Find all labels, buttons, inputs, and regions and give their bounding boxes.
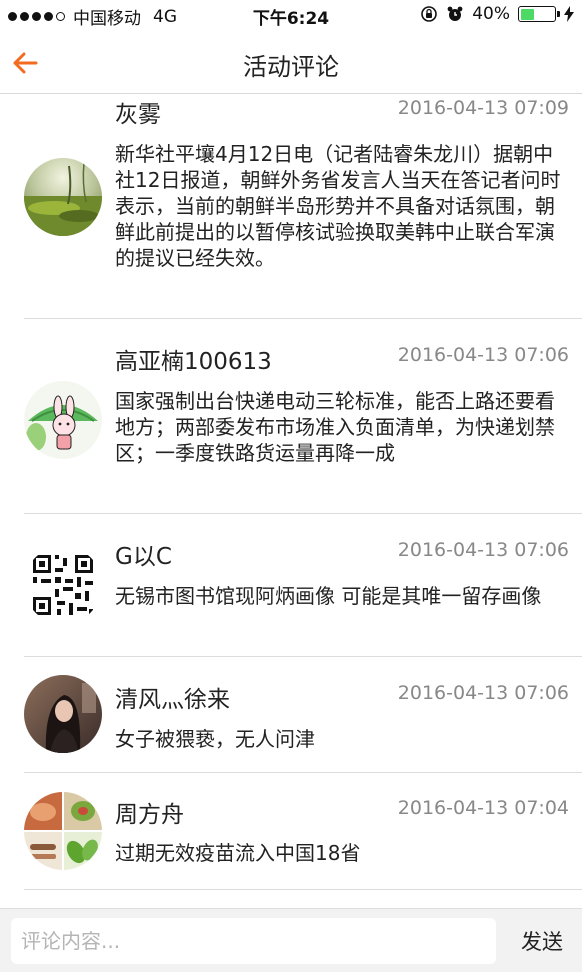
cartoon-rabbit-avatar[interactable] xyxy=(24,381,102,459)
comment-text: 新华社平壤4月12日电（记者陆睿朱龙川）据朝中社12日报道，朝鲜外务省发言人当天… xyxy=(115,142,561,270)
nav-bar: 活动评论 xyxy=(0,30,582,94)
comment-input[interactable] xyxy=(11,918,496,964)
send-button[interactable]: 发送 xyxy=(506,918,578,964)
commenter-name: 高亚楠100613 xyxy=(115,349,272,375)
battery-level-fill xyxy=(520,8,534,20)
comment-time: 2016-04-13 07:06 xyxy=(397,682,569,704)
comment-item[interactable]: 灰雾 2016-04-13 07:09 新华社平壤4月12日电（记者陆睿朱龙川）… xyxy=(24,94,582,319)
comment-text: 无锡市图书馆现阿炳画像 可能是其唯一留存画像 xyxy=(115,584,542,608)
comment-text: 女子被猥亵，无人问津 xyxy=(115,727,315,751)
battery-icon xyxy=(518,6,560,22)
comment-text: 国家强制出台快递电动三轮标准，能否上路还要看地方；两部委发布市场准入负面清单，为… xyxy=(115,389,555,465)
comment-input-bar: 发送 xyxy=(0,908,582,972)
forest-moss-avatar[interactable] xyxy=(24,158,102,236)
page-title: 活动评论 xyxy=(243,53,339,81)
comment-item[interactable]: 周方舟 2016-04-13 07:04 过期无效疫苗流入中国18省 xyxy=(24,773,582,890)
battery-percent: 40% xyxy=(472,4,510,24)
commenter-name: G以C xyxy=(115,544,172,570)
commenter-name: 清风灬徐来 xyxy=(115,687,230,713)
comment-item[interactable]: G以C 2016-04-13 07:06 无锡市图书馆现阿炳画像 可能是其唯一留… xyxy=(24,514,582,657)
rotation-lock-icon xyxy=(421,6,438,22)
portrait-photo-avatar[interactable] xyxy=(24,675,102,753)
comment-time: 2016-04-13 07:06 xyxy=(397,344,569,366)
qr-code-avatar[interactable] xyxy=(24,546,102,624)
comment-time: 2016-04-13 07:09 xyxy=(397,97,569,119)
food-collage-avatar[interactable] xyxy=(24,792,102,870)
alarm-clock-icon xyxy=(447,6,463,21)
status-right: 40% xyxy=(420,4,574,24)
comment-time: 2016-04-13 07:06 xyxy=(397,539,569,561)
comment-text: 过期无效疫苗流入中国18省 xyxy=(115,841,361,865)
comment-item[interactable]: 高亚楠100613 2016-04-13 07:06 国家强制出台快递电动三轮标… xyxy=(24,319,582,514)
status-bar: 中国移动 4G 下午6:24 40% xyxy=(0,0,582,30)
commenter-name: 灰雾 xyxy=(115,102,161,128)
comment-list[interactable]: 灰雾 2016-04-13 07:09 新华社平壤4月12日电（记者陆睿朱龙川）… xyxy=(0,94,582,908)
charging-bolt-icon xyxy=(564,6,574,22)
comment-time: 2016-04-13 07:04 xyxy=(397,797,569,819)
commenter-name: 周方舟 xyxy=(115,802,184,828)
comment-item[interactable]: 清风灬徐来 2016-04-13 07:06 女子被猥亵，无人问津 xyxy=(24,657,582,773)
